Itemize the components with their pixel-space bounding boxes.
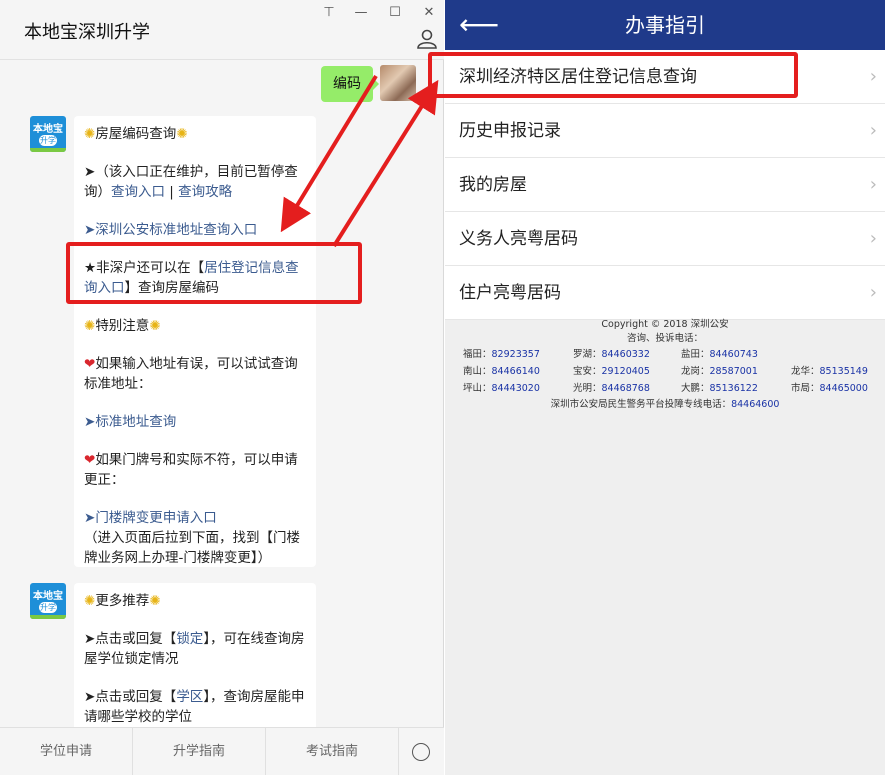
standard-address-link[interactable]: 标准地址查询 — [95, 414, 176, 430]
phone-number[interactable]: 82923357 — [492, 349, 540, 360]
chevron-right-icon: › — [869, 66, 877, 87]
mobile-page: 办事指引 ⟵ 深圳经济特区居住登记信息查询 › 历史申报记录 › 我的房屋 › … — [445, 0, 885, 775]
chat-menu-bar: 学位申请 升学指南 考试指南 — [0, 727, 444, 775]
phone-row: 坪山：84443020 光明：84468768 大鹏：85136122 市局：8… — [463, 383, 868, 394]
bot-avatar[interactable]: 本地宝 升学 — [30, 116, 66, 152]
bot-avatar-pill: 升学 — [39, 135, 57, 146]
phone-number[interactable]: 84443020 — [492, 383, 540, 394]
page-title: 办事指引 — [625, 13, 705, 37]
phone-number[interactable]: 84465000 — [820, 383, 868, 394]
doorplate-row: ➤门楼牌变更申请入口 — [84, 510, 217, 526]
hotline-text: 深圳市公安局民生警务平台投障专线电话：84464600 — [550, 399, 780, 410]
menu-resident-code[interactable]: 住户亮粤居码 › — [445, 266, 885, 320]
chat-window: 本地宝深圳升学 ⊤ — ☐ ✕ 编码 本地宝 升学 ✺房屋编码查询✺ ➤（该入口… — [0, 0, 444, 775]
sun-icon: ✺ — [149, 318, 161, 334]
more-recommend-heading: ✺更多推荐✺ — [84, 593, 161, 609]
lock-query-note: ➤点击或回复【锁定】，可在线查询房屋学位锁定情况 — [84, 631, 305, 667]
msg-heading: ✺房屋编码查询✺ — [84, 126, 188, 142]
pin-icon[interactable]: ⊤ — [318, 4, 340, 22]
page-header: 办事指引 ⟵ — [445, 0, 885, 50]
chevron-right-icon: › — [869, 174, 877, 195]
maximize-icon[interactable]: ☐ — [384, 4, 406, 22]
lock-link[interactable]: 锁定 — [176, 631, 203, 647]
contact-title: 咨询、投诉电话： — [626, 333, 703, 344]
bot-avatar[interactable]: 本地宝 升学 — [30, 583, 66, 619]
bot-message-bubble: ✺更多推荐✺ ➤点击或回复【锁定】，可在线查询房屋学位锁定情况 ➤点击或回复【学… — [74, 583, 316, 727]
menu-history-records[interactable]: 历史申报记录 › — [445, 104, 885, 158]
maintenance-note: ➤（该入口正在维护，目前已暂停查询）查询入口 | 查询攻略 — [84, 164, 298, 200]
heart-icon: ❤ — [84, 452, 96, 468]
close-icon[interactable]: ✕ — [418, 4, 440, 22]
menu-label: 我的房屋 — [459, 175, 527, 195]
phone-number[interactable]: 85136122 — [710, 383, 758, 394]
chat-title: 本地宝深圳升学 — [24, 22, 150, 43]
copyright-text: Copyright © 2018 深圳公安 — [601, 319, 729, 330]
phone-row: 南山：84466140 宝安：29120405 龙岗：28587001 龙华：8… — [463, 366, 868, 377]
highlight-box-chat — [66, 242, 362, 304]
phone-number[interactable]: 84466140 — [492, 366, 540, 377]
phone-number[interactable]: 85135149 — [820, 366, 868, 377]
person-icon[interactable] — [416, 28, 438, 50]
hotline-number[interactable]: 84464600 — [731, 399, 779, 410]
tab-exam-guide[interactable]: 考试指南 — [266, 728, 399, 775]
police-address-link[interactable]: ➤深圳公安标准地址查询入口 — [84, 220, 306, 240]
heart-icon: ❤ — [84, 356, 96, 372]
menu-label: 历史申报记录 — [459, 121, 561, 141]
sun-icon: ✺ — [84, 126, 96, 142]
doorplate-hint: （进入页面后拉到下面，找到【门楼牌业务网上办理-门楼牌变更】） — [84, 530, 300, 566]
special-notice: ✺特别注意✺ — [84, 318, 161, 334]
chat-header: 本地宝深圳升学 ⊤ — ☐ ✕ — [0, 0, 444, 60]
bot-avatar-strip — [30, 148, 66, 152]
sun-icon: ✺ — [149, 593, 161, 609]
doorplate-change-link[interactable]: 门楼牌变更申请入口 — [95, 510, 217, 526]
phone-number[interactable]: 29120405 — [602, 366, 650, 377]
sun-icon: ✺ — [84, 593, 96, 609]
query-entry-link[interactable]: 查询入口 — [111, 184, 165, 200]
chat-messages: 编码 本地宝 升学 ✺房屋编码查询✺ ➤（该入口正在维护，目前已暂停查询）查询入… — [0, 61, 444, 727]
minimize-icon[interactable]: — — [350, 4, 372, 22]
tab-degree-apply[interactable]: 学位申请 — [0, 728, 133, 775]
standard-address-row: ➤标准地址查询 — [84, 414, 177, 430]
phone-number[interactable]: 84468768 — [602, 383, 650, 394]
address-error-note: ❤如果输入地址有误，可以试试查询标准地址： — [84, 356, 298, 392]
bot-avatar-text: 本地宝 — [33, 124, 63, 135]
menu-obligor-code[interactable]: 义务人亮粤居码 › — [445, 212, 885, 266]
doorplate-note: ❤如果门牌号和实际不符，可以申请更正： — [84, 452, 298, 488]
tab-promotion-guide[interactable]: 升学指南 — [133, 728, 266, 775]
query-guide-link[interactable]: 查询攻略 — [178, 184, 232, 200]
chevron-right-icon: › — [869, 228, 877, 249]
bot-avatar-pill: 升学 — [39, 602, 57, 613]
bot-avatar-strip — [30, 615, 66, 619]
menu-label: 义务人亮粤居码 — [459, 229, 578, 249]
back-arrow-icon[interactable]: ⟵ — [459, 10, 499, 40]
my-message-bubble: 编码 — [321, 66, 379, 102]
district-query-note: ➤点击或回复【学区】，查询房屋能申请哪些学校的学位 — [84, 689, 305, 725]
menu-label: 住户亮粤居码 — [459, 283, 561, 303]
bot-message-bubble: ✺房屋编码查询✺ ➤（该入口正在维护，目前已暂停查询）查询入口 | 查询攻略 ➤… — [74, 116, 316, 567]
user-avatar[interactable] — [380, 65, 416, 101]
phone-number[interactable]: 84460332 — [602, 349, 650, 360]
phone-number[interactable]: 84460743 — [710, 349, 758, 360]
highlight-box-menu — [428, 52, 798, 98]
menu-my-house[interactable]: 我的房屋 › — [445, 158, 885, 212]
sun-icon: ✺ — [176, 126, 188, 142]
bot-avatar-text: 本地宝 — [33, 591, 63, 602]
chevron-right-icon: › — [869, 282, 877, 303]
page-footer: Copyright © 2018 深圳公安 咨询、投诉电话： 福田：829233… — [445, 318, 885, 413]
district-link[interactable]: 学区 — [176, 689, 203, 705]
phone-row: 福田：82923357 罗湖：84460332 盐田：84460743 — [463, 349, 758, 360]
phone-number[interactable]: 28587001 — [710, 366, 758, 377]
keyboard-icon[interactable] — [412, 743, 430, 761]
sun-icon: ✺ — [84, 318, 96, 334]
chevron-right-icon: › — [869, 120, 877, 141]
